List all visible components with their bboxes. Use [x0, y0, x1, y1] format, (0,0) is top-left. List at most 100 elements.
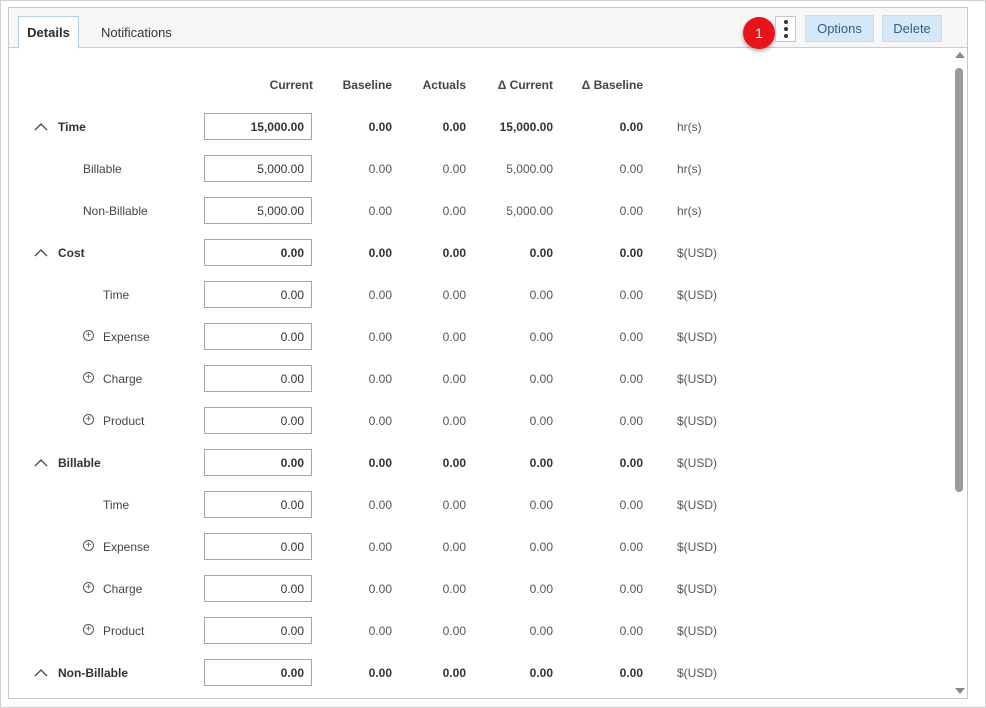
- column-header-baseline: Baseline: [342, 78, 392, 92]
- delta-current-value: 5,000.00: [506, 162, 553, 176]
- chevron-up-icon[interactable]: [34, 121, 48, 133]
- tab-notifications[interactable]: Notifications: [91, 16, 182, 49]
- row-label: Billable: [58, 456, 101, 470]
- budget-row: + Charge 0.00 0.00 0.00 0.00 $(USD): [9, 365, 949, 407]
- delta-current-value: 0.00: [529, 624, 553, 638]
- chevron-up-icon[interactable]: [34, 457, 48, 469]
- plus-circle-icon[interactable]: +: [83, 540, 94, 551]
- delta-baseline-value: 0.00: [619, 414, 643, 428]
- budget-row: + Expense 0.00 0.00 0.00 0.00 $(USD): [9, 533, 949, 575]
- unit-label: $(USD): [677, 414, 718, 428]
- budget-row: Cost 0.00 0.00 0.00 0.00 $(USD): [9, 239, 949, 281]
- plus-circle-icon[interactable]: +: [83, 330, 94, 341]
- unit-label: $(USD): [677, 498, 718, 512]
- delta-baseline-value: 0.00: [619, 372, 643, 386]
- vertical-scrollbar[interactable]: [953, 52, 965, 698]
- row-label: Product: [103, 414, 145, 428]
- row-label: Time: [103, 498, 130, 512]
- baseline-value: 0.00: [368, 498, 392, 512]
- row-label: Non-Billable: [58, 666, 129, 680]
- chevron-up-icon[interactable]: [34, 667, 48, 679]
- row-label: Charge: [103, 372, 143, 386]
- current-value-input[interactable]: [204, 659, 312, 686]
- kebab-menu-icon[interactable]: [775, 16, 796, 42]
- actuals-value: 0.00: [442, 666, 466, 680]
- scroll-up-icon[interactable]: [955, 52, 965, 58]
- delta-current-value: 15,000.00: [499, 120, 553, 134]
- delta-baseline-value: 0.00: [619, 456, 643, 470]
- budget-row: Non-Billable 0.00 0.00 0.00 0.00 $(USD): [9, 659, 949, 698]
- unit-label: $(USD): [677, 372, 718, 386]
- current-value-input[interactable]: [204, 239, 312, 266]
- unit-label: $(USD): [677, 246, 718, 260]
- current-value-input[interactable]: [204, 365, 312, 392]
- plus-circle-icon[interactable]: +: [83, 624, 94, 635]
- row-label: Cost: [58, 246, 85, 260]
- actuals-value: 0.00: [442, 582, 466, 596]
- actuals-value: 0.00: [442, 414, 466, 428]
- budget-row: + Charge 0.00 0.00 0.00 0.00 $(USD): [9, 575, 949, 617]
- column-header-delta-baseline: Δ Baseline: [581, 78, 643, 92]
- unit-label: hr(s): [677, 204, 702, 218]
- current-value-input[interactable]: [204, 113, 312, 140]
- baseline-value: 0.00: [368, 120, 392, 134]
- delta-current-value: 0.00: [529, 540, 553, 554]
- current-value-input[interactable]: [204, 407, 312, 434]
- row-label: Billable: [83, 162, 122, 176]
- current-value-input[interactable]: [204, 155, 312, 182]
- current-value-input[interactable]: [204, 617, 312, 644]
- delta-current-value: 0.00: [529, 582, 553, 596]
- row-label: Time: [58, 120, 86, 134]
- actuals-value: 0.00: [442, 372, 466, 386]
- unit-label: $(USD): [677, 624, 718, 638]
- actuals-value: 0.00: [442, 246, 466, 260]
- baseline-value: 0.00: [368, 624, 392, 638]
- current-value-input[interactable]: [204, 281, 312, 308]
- actuals-value: 0.00: [442, 624, 466, 638]
- delta-current-value: 0.00: [529, 666, 553, 680]
- scroll-down-icon[interactable]: [955, 688, 965, 694]
- notification-badge: 1: [743, 17, 775, 49]
- row-label: Time: [103, 288, 130, 302]
- current-value-input[interactable]: [204, 323, 312, 350]
- chevron-up-icon[interactable]: [34, 247, 48, 259]
- unit-label: $(USD): [677, 288, 718, 302]
- row-label: Expense: [103, 540, 150, 554]
- budget-row: Non-Billable 0.00 0.00 5,000.00 0.00 hr(s): [9, 197, 949, 239]
- budget-row: Time 0.00 0.00 0.00 0.00 $(USD): [9, 491, 949, 533]
- delta-current-value: 0.00: [529, 330, 553, 344]
- panel-header: Details Notifications 1 Options Delete: [9, 8, 967, 49]
- scrollbar-thumb[interactable]: [955, 68, 963, 492]
- delete-button[interactable]: Delete: [882, 15, 942, 42]
- delta-baseline-value: 0.00: [619, 666, 643, 680]
- baseline-value: 0.00: [368, 666, 392, 680]
- delta-baseline-value: 0.00: [619, 540, 643, 554]
- baseline-value: 0.00: [368, 246, 392, 260]
- budget-row: Time 0.00 0.00 0.00 0.00 $(USD): [9, 281, 949, 323]
- budget-row: Billable 0.00 0.00 0.00 0.00 $(USD): [9, 449, 949, 491]
- plus-circle-icon[interactable]: +: [83, 414, 94, 425]
- actuals-value: 0.00: [442, 204, 466, 218]
- delta-baseline-value: 0.00: [619, 582, 643, 596]
- row-label: Expense: [103, 330, 150, 344]
- tab-details[interactable]: Details: [18, 16, 79, 49]
- column-header-current: Current: [269, 78, 313, 92]
- actuals-value: 0.00: [442, 330, 466, 344]
- actuals-value: 0.00: [442, 498, 466, 512]
- delta-baseline-value: 0.00: [619, 330, 643, 344]
- actuals-value: 0.00: [442, 120, 466, 134]
- column-header-actuals: Actuals: [422, 78, 466, 92]
- delta-current-value: 0.00: [529, 456, 553, 470]
- baseline-value: 0.00: [368, 288, 392, 302]
- current-value-input[interactable]: [204, 533, 312, 560]
- current-value-input[interactable]: [204, 197, 312, 224]
- app-frame: Details Notifications 1 Options Delete C…: [0, 0, 986, 708]
- options-button[interactable]: Options: [805, 15, 874, 42]
- plus-circle-icon[interactable]: +: [83, 372, 94, 383]
- current-value-input[interactable]: [204, 449, 312, 476]
- current-value-input[interactable]: [204, 575, 312, 602]
- delta-baseline-value: 0.00: [619, 624, 643, 638]
- current-value-input[interactable]: [204, 491, 312, 518]
- delta-current-value: 5,000.00: [506, 204, 553, 218]
- plus-circle-icon[interactable]: +: [83, 582, 94, 593]
